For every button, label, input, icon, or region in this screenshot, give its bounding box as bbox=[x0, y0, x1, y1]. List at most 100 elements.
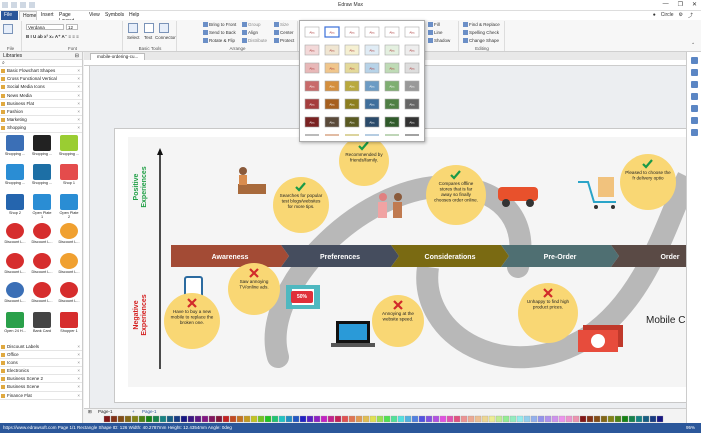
font-name-select[interactable]: Verdana bbox=[26, 24, 64, 30]
library-category-bottom-5[interactable]: Business Scene × bbox=[0, 383, 82, 392]
style-swatch[interactable]: Abc bbox=[344, 26, 360, 38]
style-swatch[interactable]: Abc bbox=[404, 62, 420, 74]
color-swatch[interactable] bbox=[166, 415, 174, 423]
current-page-tab[interactable]: Page-1 bbox=[142, 409, 157, 414]
color-swatch[interactable] bbox=[488, 415, 496, 423]
style-swatch[interactable]: Abc bbox=[344, 98, 360, 110]
close-library-icon[interactable]: × bbox=[77, 352, 80, 357]
library-category-bottom-2[interactable]: Icons × bbox=[0, 359, 82, 368]
comment-icon[interactable] bbox=[690, 117, 698, 124]
size-button[interactable]: Size bbox=[274, 22, 289, 28]
center-button[interactable]: Center bbox=[274, 30, 294, 36]
style-swatch[interactable]: Abc bbox=[364, 116, 380, 128]
color-swatch[interactable] bbox=[502, 415, 510, 423]
color-swatch[interactable] bbox=[495, 415, 503, 423]
style-swatch[interactable]: Abc bbox=[384, 44, 400, 56]
style-swatch[interactable]: Abc bbox=[324, 80, 340, 92]
library-category-0[interactable]: Basic Flowchart Shapes × bbox=[0, 67, 82, 76]
close-library-icon[interactable]: × bbox=[77, 84, 80, 89]
color-swatch[interactable] bbox=[397, 415, 405, 423]
color-swatch[interactable] bbox=[446, 415, 454, 423]
library-shape[interactable]: Discount L... bbox=[31, 282, 53, 303]
style-swatch[interactable]: Abc bbox=[384, 116, 400, 128]
color-swatch[interactable] bbox=[649, 415, 657, 423]
color-swatch[interactable] bbox=[145, 415, 153, 423]
style-swatch[interactable]: Abc bbox=[304, 26, 320, 38]
align-button[interactable]: Align bbox=[242, 30, 258, 36]
format-panel-icon[interactable] bbox=[690, 57, 698, 64]
color-swatch[interactable] bbox=[299, 415, 307, 423]
library-shape[interactable]: Shopping ... bbox=[31, 164, 53, 185]
color-swatch[interactable] bbox=[334, 415, 342, 423]
positive-note-0[interactable]: Recommended by friends/family. bbox=[339, 137, 389, 186]
close-library-icon[interactable]: × bbox=[77, 376, 80, 381]
drawing-page[interactable]: Awareness Preferences Considerations Pre-Or… bbox=[114, 128, 686, 403]
color-swatch[interactable] bbox=[271, 415, 279, 423]
color-swatch[interactable] bbox=[187, 415, 195, 423]
close-library-icon[interactable]: × bbox=[77, 109, 80, 114]
style-swatch[interactable]: Abc bbox=[324, 44, 340, 56]
negative-note-0[interactable]: Have to buy a new mobile to replace the br… bbox=[164, 293, 220, 349]
library-shape[interactable]: Discount L... bbox=[4, 223, 26, 244]
rotate-flip-button[interactable]: Rotate & Flip bbox=[203, 38, 235, 44]
tab-symbols[interactable]: Symbols bbox=[102, 11, 126, 20]
positive-note-3[interactable]: Pleased to choose the fr delivery optio bbox=[620, 154, 676, 210]
search-icon[interactable]: ⌕ bbox=[0, 60, 5, 66]
color-swatch[interactable] bbox=[180, 415, 188, 423]
library-shape[interactable]: Discount L... bbox=[4, 252, 26, 274]
distribute-button[interactable]: Distribute bbox=[242, 38, 267, 44]
style-swatch[interactable]: Abc bbox=[404, 80, 420, 92]
collapse-ribbon-icon[interactable]: ⌃ bbox=[691, 42, 695, 48]
library-shape[interactable]: Shopping ... bbox=[4, 134, 26, 156]
color-swatch[interactable] bbox=[439, 415, 447, 423]
color-swatch[interactable] bbox=[607, 415, 615, 423]
color-swatch[interactable] bbox=[432, 415, 440, 423]
style-swatch[interactable]: Abc bbox=[384, 80, 400, 92]
style-swatch-grid[interactable]: Abc Abc Abc Abc Abc Abc Abc Abc Abc Abc Abc Abc Abc A… bbox=[300, 21, 426, 143]
negative-note-1[interactable]: Saw annoying TV/online ads. bbox=[228, 263, 280, 315]
color-swatch[interactable] bbox=[131, 415, 139, 423]
style-swatch[interactable]: Abc bbox=[404, 98, 420, 110]
style-swatch[interactable]: Abc bbox=[384, 62, 400, 74]
tab-file[interactable]: File bbox=[1, 11, 18, 20]
zoom-level[interactable]: 95% bbox=[686, 425, 695, 430]
maximize-button[interactable]: ❐ bbox=[678, 1, 683, 8]
color-swatch[interactable] bbox=[418, 415, 426, 423]
tab-help[interactable]: Help bbox=[126, 11, 142, 20]
color-swatch[interactable] bbox=[313, 415, 321, 423]
close-library-icon[interactable]: × bbox=[77, 76, 80, 81]
pin-icon[interactable]: ⊟ bbox=[75, 53, 79, 59]
library-shape[interactable]: Shopper 1 bbox=[58, 311, 80, 333]
library-shape[interactable]: Open Plate 1 bbox=[31, 193, 53, 219]
style-swatch[interactable]: Abc bbox=[304, 116, 320, 128]
library-category-4[interactable]: Business Flat × bbox=[0, 100, 82, 108]
library-shape[interactable]: Shopping ... bbox=[31, 134, 53, 156]
fill-button[interactable]: Fill bbox=[428, 22, 440, 28]
library-category-bottom-0[interactable]: Discount Labels × bbox=[0, 343, 82, 351]
color-swatch[interactable] bbox=[243, 415, 251, 423]
minimize-button[interactable]: — bbox=[663, 1, 669, 8]
bold-button[interactable]: B I U ab x² x₂ A⁺ A⁻ ≡ ≡ ≡ bbox=[26, 34, 79, 40]
page-tab[interactable]: Page-1 bbox=[98, 409, 113, 414]
style-swatch[interactable]: Abc bbox=[404, 44, 420, 56]
color-swatch[interactable] bbox=[509, 415, 517, 423]
close-library-icon[interactable]: × bbox=[77, 125, 80, 130]
color-swatch[interactable] bbox=[117, 415, 125, 423]
hyperlink-icon[interactable] bbox=[690, 105, 698, 112]
color-swatch[interactable] bbox=[159, 415, 167, 423]
color-swatch[interactable] bbox=[516, 415, 524, 423]
close-library-icon[interactable]: × bbox=[77, 393, 80, 398]
bring-front-button[interactable]: Bring to Front bbox=[203, 22, 236, 28]
library-shape[interactable]: Discount L... bbox=[31, 223, 53, 244]
library-category-bottom-3[interactable]: Electronics × bbox=[0, 367, 82, 376]
color-swatch[interactable] bbox=[579, 415, 587, 423]
color-swatch[interactable] bbox=[390, 415, 398, 423]
text-icon[interactable] bbox=[144, 23, 154, 33]
palette-swatches[interactable] bbox=[84, 415, 686, 423]
library-category-bottom-1[interactable]: Office × bbox=[0, 351, 82, 359]
tab-insert[interactable]: Insert bbox=[38, 11, 56, 20]
color-swatch[interactable] bbox=[586, 415, 594, 423]
font-size-select[interactable]: 12 bbox=[66, 24, 78, 30]
select-button[interactable]: Select bbox=[127, 35, 140, 40]
stage-pre-order[interactable]: Pre-Order bbox=[501, 245, 619, 267]
